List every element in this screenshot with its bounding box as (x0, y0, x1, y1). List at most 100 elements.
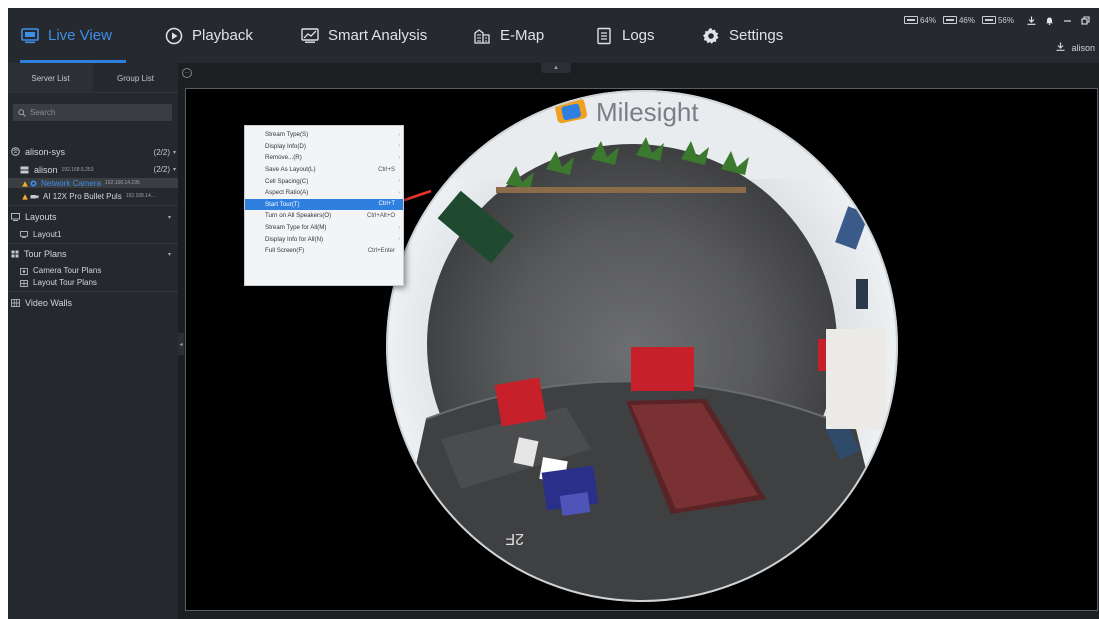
brand-text: Milesight (596, 97, 699, 127)
top-navigation-bar: Live View Playback Smart Analysis E-Map (8, 8, 1099, 63)
search-icon (18, 104, 26, 122)
camera-ip: 192.168.14... (125, 193, 155, 199)
section-title: Video Walls (25, 298, 73, 308)
shortcut-label: Ctrl+Alt+O (366, 212, 395, 219)
menu-item-aspect-ratio[interactable]: Aspect Ratio(A) › (245, 187, 403, 199)
chevron-down-icon: ▾ (172, 149, 176, 156)
tab-logs[interactable]: Logs (594, 8, 655, 63)
user-name: alison (1071, 42, 1095, 53)
tab-playback[interactable]: Playback (164, 8, 253, 63)
gpu-meter: 56% (981, 16, 1014, 25)
section-title: Layouts (25, 212, 57, 222)
playback-icon (164, 26, 184, 46)
search-box[interactable] (13, 104, 172, 121)
tab-settings[interactable]: Settings (701, 8, 783, 63)
tab-label: E-Map (500, 27, 545, 44)
chevron-left-icon: ◂ (179, 341, 183, 348)
minimize-icon[interactable] (1059, 13, 1075, 27)
floor-label: 2F (505, 530, 524, 547)
settings-icon (701, 26, 721, 46)
cpu-meter: 64% (903, 16, 936, 25)
memory-icon (942, 16, 957, 24)
tree-server-alison-sys[interactable]: alison-sys (2/2) ▾ (8, 145, 178, 159)
tree-section-tour-plans[interactable]: Tour Plans ▾ (8, 247, 178, 261)
menu-item-display-info-for-all[interactable]: Display Info for All(N) › (245, 233, 403, 245)
chevron-right-icon: › (398, 224, 400, 231)
server-icon (11, 143, 20, 161)
menu-item-cell-spacing[interactable]: Cell Spacing(C) › (245, 175, 403, 187)
chevron-down-icon: ▾ (167, 214, 171, 221)
server-count: (2/2) (153, 147, 170, 157)
layout-icon (20, 225, 28, 243)
divider (8, 243, 178, 244)
cpu-icon (903, 16, 918, 24)
tab-smart-analysis[interactable]: Smart Analysis (300, 8, 427, 63)
layouts-icon (11, 208, 20, 226)
tree-tour-plan-layout[interactable]: Layout Tour Plans (8, 277, 178, 288)
restore-window-icon[interactable] (1077, 13, 1093, 27)
menu-item-save-as-layout[interactable]: Save As Layout(L) Ctrl+S (245, 164, 403, 176)
smart-analysis-icon (300, 26, 320, 46)
chevron-right-icon: › (398, 131, 400, 138)
menu-item-turn-on-all-speakers[interactable]: Turn on All Speakers(O) Ctrl+Alt+O (245, 210, 403, 222)
fisheye-video-feed: Milesight 2F (386, 90, 898, 602)
collapse-sidebar-handle[interactable]: ◂ (178, 333, 184, 355)
tab-live-view[interactable]: Live View (20, 8, 126, 63)
context-menu: Stream Type(S) › Display Info(D) › Remove.… (244, 125, 404, 286)
download-icon[interactable] (1023, 13, 1039, 27)
chevron-right-icon: › (398, 154, 400, 161)
user-icon (1056, 42, 1065, 53)
search-input[interactable] (30, 108, 160, 117)
tour-plan-name: Camera Tour Plans (33, 266, 102, 275)
chevron-down-icon: ▾ (172, 167, 176, 173)
layout-name: Layout1 (33, 229, 62, 239)
menu-item-remove[interactable]: Remove...(R) › (245, 152, 403, 164)
tree-section-video-walls[interactable]: Video Walls (8, 296, 178, 310)
video-wall-icon (11, 294, 20, 312)
tab-group-list[interactable]: Group List (93, 63, 178, 93)
chevron-right-icon: › (398, 143, 400, 150)
notification-bell-icon[interactable] (1041, 13, 1057, 27)
tree-section-layouts[interactable]: Layouts ▾ (8, 210, 178, 224)
tour-plan-name: Layout Tour Plans (33, 278, 97, 287)
tab-label: Settings (729, 27, 784, 44)
tab-label: Playback (192, 27, 253, 44)
menu-item-full-screen[interactable]: Full Screen(F) Ctrl+Enter (245, 245, 403, 257)
divider (8, 205, 178, 206)
menu-item-start-tour[interactable]: Start Tour(T) Ctrl+T (245, 198, 403, 211)
layout-tour-icon (20, 274, 28, 292)
chevron-right-icon: › (398, 189, 400, 196)
user-menu[interactable]: alison (1056, 42, 1095, 53)
bullet-camera-icon (30, 187, 39, 205)
shortcut-label: Ctrl+S (378, 166, 395, 173)
camera-name: Network Camera (41, 178, 102, 188)
camera-ip: 192.168.14.195 (105, 180, 140, 186)
host-ip: 192.168.5.253 (61, 166, 94, 173)
chevron-up-icon: ▲ (553, 65, 559, 71)
sidebar: Server List Group List alison-sys (2/2) … (8, 63, 178, 619)
section-title: Tour Plans (24, 249, 67, 259)
menu-item-display-info[interactable]: Display Info(D) › (245, 141, 403, 153)
tab-label: Logs (622, 27, 655, 44)
divider (8, 291, 178, 292)
memory-meter: 46% (942, 16, 975, 25)
shortcut-label: Ctrl+T (378, 201, 396, 208)
tree-camera-ai-bullet[interactable]: AI 12X Pro Bullet Puls 192.168.14... (8, 191, 178, 201)
host-count: (2/2) (153, 165, 170, 174)
tree-tour-plan-camera[interactable]: Camera Tour Plans (8, 265, 178, 276)
host-name: alison (34, 164, 58, 175)
chevron-down-icon: ▾ (167, 251, 171, 258)
menu-item-stream-type[interactable]: Stream Type(S) › (245, 129, 403, 141)
tab-label: Live View (48, 27, 112, 44)
collapse-topbar-button[interactable]: ▲ (541, 63, 571, 73)
system-status-bar: 64% 46% 56% (903, 12, 1093, 28)
chevron-right-icon: › (398, 236, 400, 243)
e-map-icon (472, 26, 492, 46)
menu-item-stream-type-for-all[interactable]: Stream Type for All(M) › (245, 222, 403, 234)
tree-layout-item[interactable]: Layout1 (8, 228, 178, 240)
live-view-icon (20, 26, 40, 46)
gpu-icon (981, 16, 996, 24)
tab-e-map[interactable]: E-Map (472, 8, 544, 63)
tab-server-list[interactable]: Server List (8, 63, 93, 93)
more-options-icon[interactable]: ⋯ (182, 68, 192, 78)
